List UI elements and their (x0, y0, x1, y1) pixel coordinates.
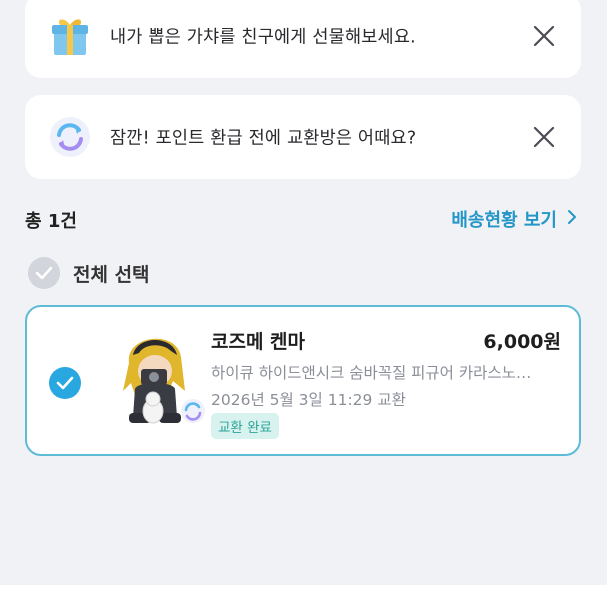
item-checkbox-checked-icon[interactable] (49, 367, 81, 399)
exchange-notice-text: 잠깐! 포인트 환급 전에 교환방은 어때요? (110, 128, 417, 149)
figure-thumbnail (107, 325, 207, 437)
delivery-status-label: 배송현황 보기 (451, 210, 557, 231)
item-exchange-date: 2026년 5월 3일 11:29 교환 (211, 391, 406, 409)
chevron-right-icon (567, 209, 577, 230)
item-description: 하이큐 하이드앤시크 숨바꼭질 피규어 카라스노… (211, 364, 532, 382)
gift-notice-text: 내가 뽑은 가챠를 친구에게 선물해보세요. (110, 27, 416, 48)
delivery-status-link[interactable]: 배송현황 보기 (451, 206, 577, 232)
close-icon[interactable] (531, 23, 557, 49)
item-name: 코즈메 켄마 (211, 331, 306, 353)
gift-notice-banner[interactable]: 내가 뽑은 가챠를 친구에게 선물해보세요. (25, 0, 581, 78)
exchange-notice-banner[interactable]: 잠깐! 포인트 환급 전에 교환방은 어때요? (25, 95, 581, 179)
close-icon[interactable] (531, 124, 557, 150)
status-badge: 교환 완료 (211, 413, 279, 439)
bottom-bar (0, 585, 607, 607)
exchange-item-card[interactable]: 코즈메 켄마 6,000원 하이큐 하이드앤시크 숨바꼭질 피규어 카라스노… … (25, 305, 581, 456)
select-all-toggle[interactable]: 전체 선택 (28, 257, 150, 289)
item-count-label: 총 1건 (25, 211, 77, 232)
exchange-icon (47, 114, 93, 160)
checkbox-unchecked-icon[interactable] (28, 257, 60, 289)
select-all-label: 전체 선택 (73, 263, 150, 286)
item-price: 6,000원 (483, 331, 561, 353)
gift-icon (47, 13, 93, 59)
